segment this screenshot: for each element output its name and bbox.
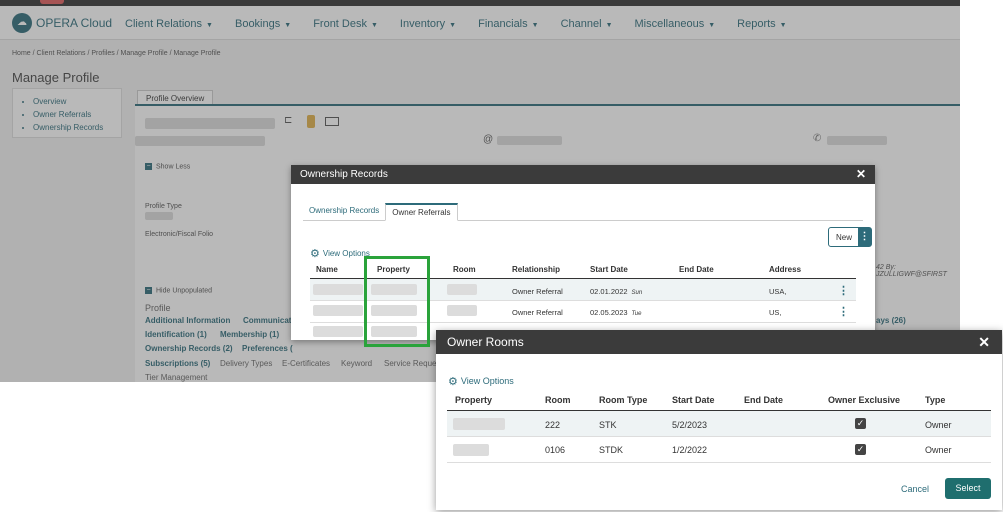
row-actions-icon[interactable]: ⋮ <box>838 305 849 318</box>
relationship-cell: Owner Referral <box>512 308 563 317</box>
gear-icon: ⚙ <box>310 248 320 260</box>
room-cell: 0106 <box>545 445 566 455</box>
view-options-label: View Options <box>322 249 370 258</box>
view-options-link[interactable]: ⚙ View Options <box>310 247 370 260</box>
dialog-tabs: Ownership Records Owner Referrals <box>303 203 863 221</box>
cancel-button[interactable]: Cancel <box>901 484 929 494</box>
new-label: New <box>836 233 853 242</box>
start-date-value: 02.01.2022 <box>590 287 628 296</box>
room-blurred <box>447 305 477 316</box>
name-blurred <box>313 305 363 316</box>
type-cell: Owner <box>925 420 952 430</box>
start-day-value: Sun <box>631 290 643 296</box>
col-address[interactable]: Address <box>769 265 801 274</box>
row-actions-icon[interactable]: ⋮ <box>838 284 849 297</box>
start-date-cell: 02.01.2022 Sun <box>590 287 642 296</box>
close-icon[interactable]: ✕ <box>856 165 866 184</box>
room-type-cell: STK <box>599 420 617 430</box>
view-options-label: View Options <box>460 376 514 386</box>
select-button[interactable]: Select <box>945 478 991 499</box>
col-start-date[interactable]: Start Date <box>590 265 628 274</box>
dialog-header: Owner Rooms ✕ <box>436 330 1002 354</box>
col-name[interactable]: Name <box>316 265 338 274</box>
address-cell: US, <box>769 308 782 317</box>
row-divider <box>447 436 991 437</box>
col-room[interactable]: Room <box>545 395 571 405</box>
col-relationship[interactable]: Relationship <box>512 265 560 274</box>
owner-exclusive-checkbox[interactable]: ✓ <box>855 444 866 455</box>
more-options-icon[interactable]: ⋮ <box>858 228 871 246</box>
room-cell: 222 <box>545 420 561 430</box>
close-icon[interactable]: ✕ <box>978 330 990 354</box>
owner-exclusive-checkbox[interactable]: ✓ <box>855 418 866 429</box>
tab-ownership-records[interactable]: Ownership Records <box>303 203 385 220</box>
property-blurred <box>453 418 505 430</box>
col-property[interactable]: Property <box>455 395 492 405</box>
start-day-value: Tue <box>631 311 642 317</box>
dialog-title: Owner Rooms <box>447 335 524 349</box>
start-date-value: 02.05.2023 <box>590 308 628 317</box>
type-cell: Owner <box>925 445 952 455</box>
col-end-date[interactable]: End Date <box>679 265 714 274</box>
gear-icon: ⚙ <box>448 376 458 388</box>
col-room[interactable]: Room <box>453 265 476 274</box>
property-blurred <box>453 444 489 456</box>
room-type-cell: STDK <box>599 445 624 455</box>
table-row[interactable] <box>447 411 991 436</box>
col-room-type[interactable]: Room Type <box>599 395 647 405</box>
name-blurred <box>313 284 363 295</box>
start-date-cell: 1/2/2022 <box>672 445 708 455</box>
property-column-highlight <box>364 256 430 347</box>
start-date-cell: 5/2/2023 <box>672 420 708 430</box>
room-blurred <box>447 284 477 295</box>
start-date-cell: 02.05.2023 Tue <box>590 308 641 317</box>
col-end-date[interactable]: End Date <box>744 395 783 405</box>
col-start-date[interactable]: Start Date <box>672 395 715 405</box>
col-type[interactable]: Type <box>925 395 945 405</box>
address-cell: USA, <box>769 287 787 296</box>
dialog-header: Ownership Records ✕ <box>291 165 875 184</box>
tab-owner-referrals[interactable]: Owner Referrals <box>385 203 458 221</box>
relationship-cell: Owner Referral <box>512 287 563 296</box>
row-divider <box>447 462 991 463</box>
name-blurred <box>313 326 363 337</box>
col-owner-exclusive[interactable]: Owner Exclusive <box>828 395 900 405</box>
owner-rooms-dialog: Owner Rooms ✕ ⚙ View Options Property Roo… <box>436 330 1002 510</box>
dialog-title: Ownership Records <box>300 169 388 180</box>
view-options-link[interactable]: ⚙ View Options <box>448 375 514 388</box>
new-button[interactable]: New ⋮ <box>828 227 872 247</box>
